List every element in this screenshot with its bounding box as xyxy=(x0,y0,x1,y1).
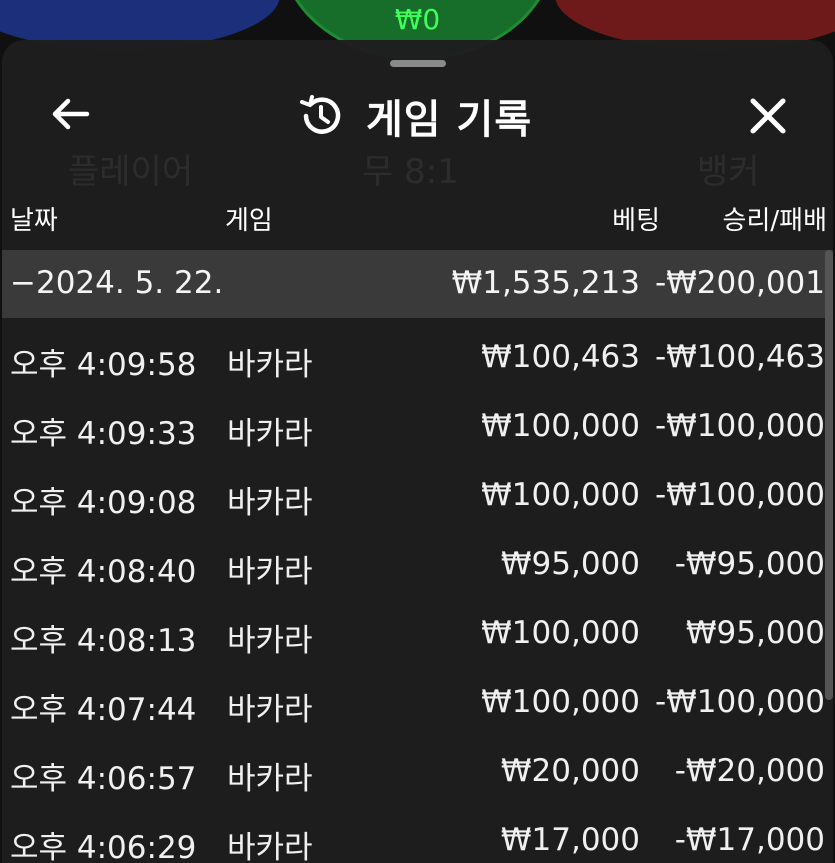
history-row[interactable]: 오후 4:09:33 바카라 ₩100,000 -₩100,000 xyxy=(2,392,833,461)
day-summary-row[interactable]: −2024. 5. 22. ₩1,535,213 -₩200,001 xyxy=(2,250,833,318)
row-time: 오후 4:07:44 xyxy=(10,692,197,728)
row-bet: ₩20,000 xyxy=(500,753,640,789)
row-game: 바카라 xyxy=(227,416,313,452)
row-game: 바카라 xyxy=(227,830,313,863)
row-result: -₩100,463 xyxy=(654,339,825,375)
page-title: 게임 기록 xyxy=(366,97,533,143)
row-bet: ₩95,000 xyxy=(500,546,640,582)
column-header-date: 날짜 xyxy=(10,206,58,236)
drag-handle[interactable] xyxy=(390,60,446,67)
row-time: 오후 4:09:58 xyxy=(10,347,197,383)
row-game: 바카라 xyxy=(227,554,313,590)
row-time: 오후 4:09:08 xyxy=(10,485,197,521)
history-row[interactable]: 오후 4:08:13 바카라 ₩100,000 ₩95,000 xyxy=(2,599,833,668)
row-game: 바카라 xyxy=(227,623,313,659)
day-summary-bet: ₩1,535,213 xyxy=(451,265,640,301)
row-bet: ₩100,000 xyxy=(481,615,640,651)
scrollbar[interactable] xyxy=(825,250,833,700)
row-time: 오후 4:06:29 xyxy=(10,830,197,863)
row-result: -₩100,000 xyxy=(654,684,825,720)
row-game: 바카라 xyxy=(227,692,313,728)
row-time: 오후 4:08:40 xyxy=(10,554,197,590)
faint-tie-label: 무 8:1 xyxy=(362,152,459,192)
day-summary-result: -₩200,001 xyxy=(654,265,825,301)
row-result: -₩20,000 xyxy=(674,753,825,789)
row-game: 바카라 xyxy=(227,347,313,383)
history-list: 오후 4:09:58 바카라 ₩100,463 -₩100,463 오후 4:0… xyxy=(2,323,833,863)
arrow-left-icon xyxy=(52,98,90,130)
faint-banker-label: 뱅커 xyxy=(697,152,760,192)
day-summary-date: −2024. 5. 22. xyxy=(10,265,224,301)
history-clock-icon xyxy=(300,95,341,134)
sheet-header: 게임 기록 xyxy=(2,80,833,150)
history-row[interactable]: 오후 4:09:08 바카라 ₩100,000 -₩100,000 xyxy=(2,461,833,530)
column-header-bet: 베팅 xyxy=(612,206,660,236)
row-bet: ₩100,463 xyxy=(481,339,640,375)
history-row[interactable]: 오후 4:08:40 바카라 ₩95,000 -₩95,000 xyxy=(2,530,833,599)
row-result: -₩95,000 xyxy=(674,546,825,582)
row-time: 오후 4:09:33 xyxy=(10,416,197,452)
row-result: -₩100,000 xyxy=(654,477,825,513)
row-time: 오후 4:06:57 xyxy=(10,761,197,797)
column-header-result: 승리/패배 xyxy=(722,206,827,236)
title-group: 게임 기록 xyxy=(298,88,532,144)
row-result: -₩17,000 xyxy=(674,822,825,858)
back-button[interactable] xyxy=(44,88,96,140)
tie-bet-amount: ₩0 xyxy=(394,3,441,36)
row-result: ₩95,000 xyxy=(685,615,825,651)
row-bet: ₩100,000 xyxy=(481,684,640,720)
row-game: 바카라 xyxy=(227,761,313,797)
close-button[interactable] xyxy=(740,88,796,144)
history-row[interactable]: 오후 4:07:44 바카라 ₩100,000 -₩100,000 xyxy=(2,668,833,737)
game-history-sheet: 플레이어 무 8:1 뱅커 게임 기록 날짜 게임 베팅 승리/패배 −2024… xyxy=(2,40,833,863)
row-bet: ₩100,000 xyxy=(481,477,640,513)
history-row[interactable]: 오후 4:06:29 바카라 ₩17,000 -₩17,000 xyxy=(2,806,833,863)
close-icon xyxy=(750,98,786,134)
row-time: 오후 4:08:13 xyxy=(10,623,197,659)
row-result: -₩100,000 xyxy=(654,408,825,444)
row-game: 바카라 xyxy=(227,485,313,521)
history-row[interactable]: 오후 4:09:58 바카라 ₩100,463 -₩100,463 xyxy=(2,323,833,392)
faint-player-label: 플레이어 xyxy=(68,152,194,192)
row-bet: ₩17,000 xyxy=(500,822,640,858)
history-row[interactable]: 오후 4:06:57 바카라 ₩20,000 -₩20,000 xyxy=(2,737,833,806)
row-bet: ₩100,000 xyxy=(481,408,640,444)
column-header-game: 게임 xyxy=(225,206,273,236)
